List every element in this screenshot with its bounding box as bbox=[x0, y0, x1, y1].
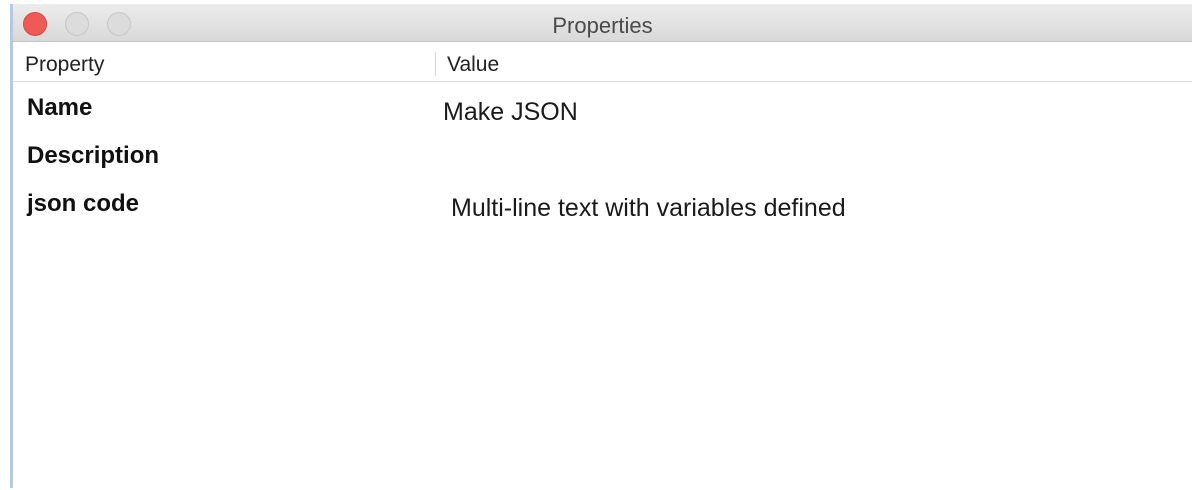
properties-window: Properties Property Value Name Make JSON… bbox=[10, 4, 1192, 488]
title-bar[interactable]: Properties bbox=[13, 4, 1192, 42]
table-row[interactable]: Name Make JSON bbox=[13, 84, 1192, 132]
property-name: json code bbox=[27, 190, 140, 217]
property-value[interactable]: Make JSON bbox=[443, 98, 578, 127]
window-title: Properties bbox=[552, 13, 653, 38]
column-header-value[interactable]: Value bbox=[447, 53, 499, 77]
property-name: Description bbox=[27, 142, 160, 169]
property-table: Name Make JSON Description json code Mul… bbox=[13, 84, 1192, 228]
column-header-property[interactable]: Property bbox=[25, 53, 104, 77]
property-name: Name bbox=[27, 94, 93, 121]
column-divider[interactable] bbox=[435, 52, 436, 76]
table-row[interactable]: Description bbox=[13, 132, 1192, 180]
table-header: Property Value bbox=[13, 44, 1192, 82]
table-row[interactable]: json code Multi-line text with variables… bbox=[13, 180, 1192, 228]
property-value[interactable]: Multi-line text with variables defined bbox=[451, 194, 846, 223]
